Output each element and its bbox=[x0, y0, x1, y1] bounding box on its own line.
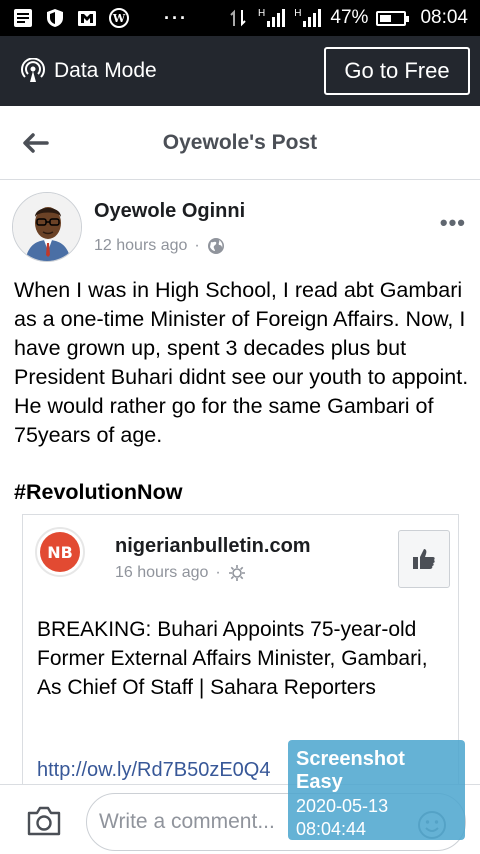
shared-post-link[interactable]: http://ow.ly/Rd7B50zE0Q4 bbox=[37, 759, 270, 782]
go-to-free-button[interactable]: Go to Free bbox=[324, 47, 470, 95]
signal-2-icon: H bbox=[294, 9, 322, 27]
post-time[interactable]: 12 hours ago bbox=[94, 237, 187, 255]
watermark-date: 2020-05-13 bbox=[296, 796, 389, 816]
gear-icon bbox=[228, 565, 245, 581]
page-title: Oyewole's Post bbox=[162, 130, 318, 154]
battery-percent: 47% bbox=[330, 7, 369, 28]
globe-icon bbox=[207, 238, 224, 254]
notes-app-icon bbox=[14, 9, 32, 27]
data-mode-label: Data Mode bbox=[54, 59, 157, 82]
mail-icon bbox=[78, 11, 96, 26]
meta-separator: · bbox=[194, 237, 200, 254]
watermark-title: Screenshot Easy bbox=[296, 748, 405, 793]
battery-icon bbox=[376, 10, 410, 26]
wordpress-icon: W bbox=[109, 8, 129, 28]
post-body-text: When I was in High School, I read abt Ga… bbox=[14, 278, 469, 447]
broadcast-icon bbox=[21, 58, 45, 82]
author-name[interactable]: Oyewole Oginni bbox=[94, 200, 245, 223]
data-mode-bar: Data Mode Go to Free bbox=[0, 36, 480, 106]
more-options-icon[interactable]: ••• bbox=[440, 210, 466, 236]
post-author-row: Oyewole Oginni 12 hours ago · ••• bbox=[12, 192, 472, 262]
shield-icon bbox=[47, 9, 63, 27]
status-bar: W ··· H H 47% 08:04 bbox=[0, 0, 480, 36]
avatar[interactable] bbox=[12, 192, 82, 262]
like-page-button[interactable] bbox=[398, 530, 450, 588]
watermark-time: 08:04:44 bbox=[296, 819, 367, 839]
clock: 08:04 bbox=[420, 7, 468, 28]
shared-page-name[interactable]: nigerianbulletin.com bbox=[115, 535, 311, 558]
shared-post-text: BREAKING: Buhari Appoints 75-year-old Fo… bbox=[37, 618, 428, 699]
meta-separator: · bbox=[215, 564, 221, 581]
data-mode-indicator: Data Mode bbox=[20, 58, 157, 84]
shared-post-meta: 16 hours ago · bbox=[115, 564, 246, 582]
shared-post-time[interactable]: 16 hours ago bbox=[115, 564, 208, 582]
svg-text:W: W bbox=[112, 12, 126, 25]
screenshot-watermark: Screenshot Easy 2020-05-13 08:04:44 bbox=[288, 740, 465, 840]
page-avatar[interactable]: NB bbox=[35, 527, 85, 577]
nb-logo-text: NB bbox=[40, 532, 80, 572]
thumbs-up-icon bbox=[413, 549, 435, 569]
post-meta: 12 hours ago · bbox=[94, 237, 225, 255]
camera-icon[interactable] bbox=[26, 805, 62, 837]
more-notifications-icon: ··· bbox=[164, 7, 188, 28]
signal-1-icon: H bbox=[258, 9, 286, 27]
post-header: Oyewole's Post bbox=[0, 106, 480, 180]
hashtag-link[interactable]: #RevolutionNow bbox=[14, 480, 182, 505]
data-transfer-icon bbox=[230, 9, 246, 27]
back-arrow-icon[interactable] bbox=[20, 128, 50, 158]
